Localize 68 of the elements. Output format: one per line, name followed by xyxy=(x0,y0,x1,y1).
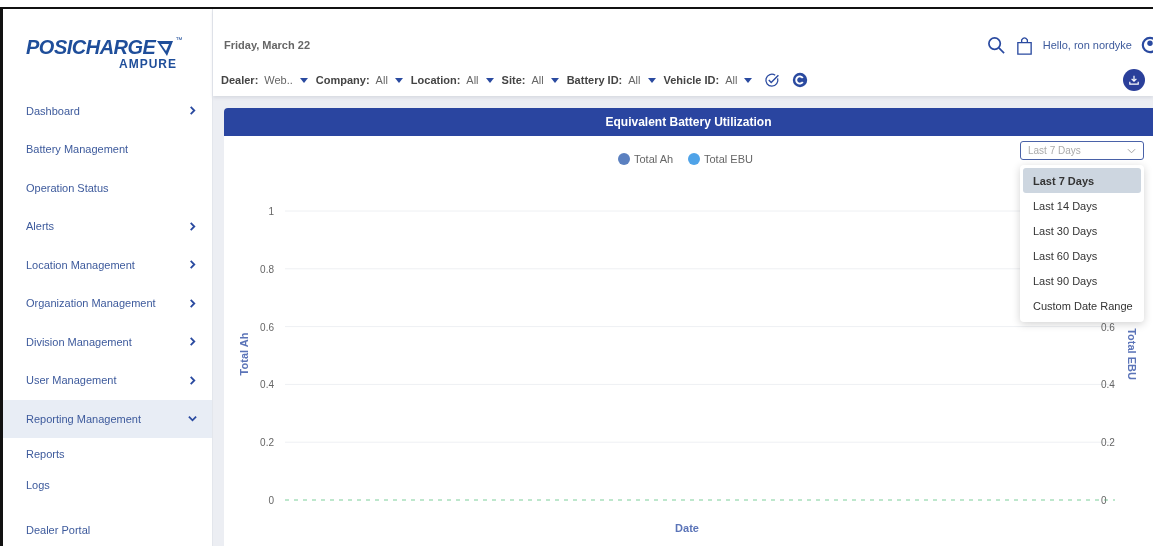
sidebar-item[interactable]: Dashboard xyxy=(3,91,212,130)
bag-icon[interactable] xyxy=(1014,35,1034,55)
search-icon[interactable] xyxy=(986,35,1006,55)
sidebar-item[interactable]: Alerts xyxy=(3,207,212,246)
chevron-right-icon xyxy=(188,260,197,270)
menu-option[interactable]: Last 14 Days xyxy=(1023,193,1141,218)
chevron-right-icon xyxy=(188,298,197,308)
download-icon xyxy=(1128,74,1140,86)
dropdown-triangle-icon[interactable] xyxy=(485,77,494,83)
chevron-right-icon xyxy=(188,221,197,231)
menu-option[interactable]: Last 7 Days xyxy=(1023,168,1141,193)
filter-label: Battery ID: xyxy=(566,74,623,86)
axis-tick: 0 xyxy=(268,495,274,506)
download-button[interactable] xyxy=(1123,69,1145,91)
axis-tick: 0.4 xyxy=(1101,379,1115,391)
filter-dropdown[interactable]: All xyxy=(531,74,559,86)
filter-dropdown[interactable]: All xyxy=(628,74,656,86)
menu-option[interactable]: Last 30 Days xyxy=(1023,218,1141,243)
sidebar-item[interactable]: Battery Management xyxy=(3,130,212,169)
date-text: Friday, March 22 xyxy=(224,39,310,51)
axis-tick: 0.6 xyxy=(1101,321,1115,333)
chevron-right-icon xyxy=(188,337,197,347)
sidebar-item[interactable]: Operation Status xyxy=(3,168,212,207)
filter-label: Company: xyxy=(315,74,370,86)
axis-tick: 0.2 xyxy=(1101,437,1115,449)
greeting-text: Hello, ron nordyke xyxy=(1042,39,1132,51)
chevron-right-icon xyxy=(188,375,197,385)
y-axis-title: Total EBU xyxy=(1126,328,1138,380)
sidebar-item[interactable]: Organization Management xyxy=(3,284,212,323)
filter-dropdown[interactable]: All xyxy=(466,74,494,86)
sidebar-item[interactable]: Location Management xyxy=(3,245,212,284)
dropdown-triangle-icon[interactable] xyxy=(647,77,656,83)
dropdown-triangle-icon[interactable] xyxy=(299,77,308,83)
menu-option[interactable]: Custom Date Range xyxy=(1023,293,1141,318)
filter-dropdown[interactable]: All xyxy=(375,74,403,86)
sidebar-subitem[interactable]: Reports xyxy=(3,438,212,469)
legend-label: Total Ah xyxy=(634,153,674,165)
axis-tick: 0 xyxy=(1101,495,1107,506)
filter-label: Location: xyxy=(410,74,461,86)
menu-option[interactable]: Last 90 Days xyxy=(1023,268,1141,293)
chevron-right-icon xyxy=(188,106,197,116)
x-axis-title: Date xyxy=(675,522,699,534)
sidebar-item[interactable]: Dealer Portal xyxy=(3,514,212,546)
panel-title: Equivalent Battery Utilization xyxy=(224,108,1153,136)
filter-dropdown[interactable]: All xyxy=(725,74,753,86)
dropdown-triangle-icon[interactable] xyxy=(550,77,559,83)
axis-tick: 0.2 xyxy=(260,437,274,449)
filter-dropdown[interactable]: Web.. xyxy=(264,74,308,86)
chevron-down-icon xyxy=(188,414,197,424)
sidebar-subitem[interactable]: Logs xyxy=(3,469,212,500)
dropdown-triangle-icon[interactable] xyxy=(394,77,403,83)
axis-tick: 1 xyxy=(268,206,274,217)
dropdown-triangle-icon[interactable] xyxy=(744,77,753,83)
filter-label: Site: xyxy=(501,74,526,86)
reset-icon[interactable] xyxy=(792,72,809,88)
sidebar-item[interactable]: Division Management xyxy=(3,322,212,361)
filter-label: Dealer: xyxy=(221,74,259,86)
axis-tick: 0.6 xyxy=(260,321,274,333)
sidebar-item[interactable]: Reporting Management xyxy=(3,399,212,438)
filter-label: Vehicle ID: xyxy=(663,74,720,86)
chevron-down-icon xyxy=(1127,147,1136,154)
menu-option[interactable]: Last 60 Days xyxy=(1023,243,1141,268)
y-axis-title: Total Ah xyxy=(238,332,250,376)
axis-tick: 0.4 xyxy=(260,379,274,391)
axis-tick: 0.8 xyxy=(260,263,274,275)
legend-label: Total EBU xyxy=(704,153,753,165)
check-circle-icon[interactable] xyxy=(764,72,781,88)
sidebar-item[interactable]: User Management xyxy=(3,361,212,400)
